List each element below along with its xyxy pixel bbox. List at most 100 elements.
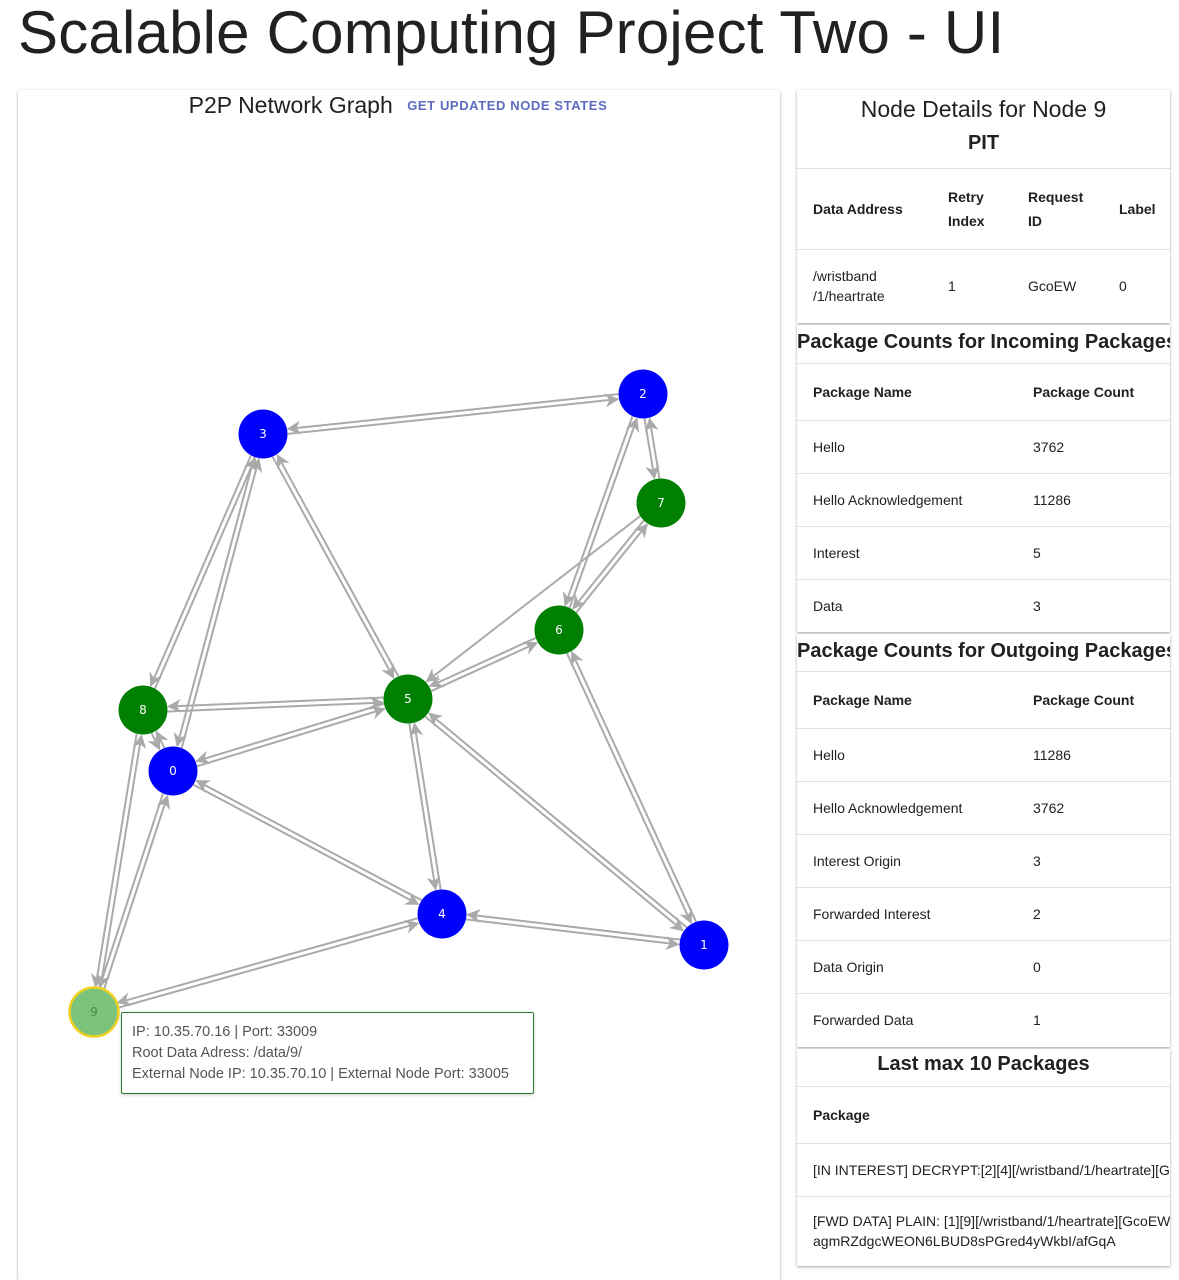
last-packages-title: Last max 10 Packages	[877, 1052, 1090, 1075]
outgoing-header-count: Package Count	[1017, 671, 1170, 729]
package-count-cell: 3	[1017, 578, 1170, 632]
edge-6-5	[428, 636, 537, 688]
package-count-cell: 0	[1017, 940, 1170, 994]
edge-3-5	[271, 456, 395, 680]
app-title: Scalable Computing Project Two - UI	[18, 0, 1005, 66]
node-label: 8	[139, 703, 147, 717]
pit-cell: /wristband /1/heartrate	[797, 249, 932, 323]
graph-node-9[interactable]: 9	[68, 986, 120, 1038]
tooltip-external-node: External Node IP: 10.35.70.10 | External…	[132, 1066, 509, 1082]
package-name-cell: Hello Acknowledgement	[797, 472, 1017, 526]
pit-cell: 1	[932, 249, 1012, 323]
edge-5-1	[424, 715, 684, 932]
edge-5-3	[276, 453, 400, 677]
edge-7-5	[425, 515, 641, 683]
edge-2-7	[643, 418, 660, 480]
table-row: Hello Acknowledgement 11286	[797, 472, 1170, 526]
edge-0-5	[196, 705, 386, 768]
edge-6-1	[566, 652, 693, 925]
graph-node-4[interactable]: 4	[417, 889, 467, 939]
graph-node-5[interactable]: 5	[383, 674, 433, 724]
table-row: Interest Origin 3	[797, 834, 1170, 888]
table-row: Hello 3762	[797, 419, 1170, 473]
table-row: Interest 5	[797, 525, 1170, 579]
table-row: Hello Acknowledgement 3762	[797, 781, 1170, 835]
incoming-header-count: Package Count	[1017, 362, 1170, 420]
package-count-cell: 11286	[1017, 728, 1170, 782]
outgoing-title: Package Counts for Outgoing Packages	[797, 640, 1170, 662]
edge-3-8	[149, 455, 252, 687]
package-count-cell: 3	[1017, 834, 1170, 888]
edge-5-4	[408, 723, 441, 891]
edge-5-8	[166, 696, 384, 713]
edge-2-3	[286, 393, 619, 435]
edge-8-9	[90, 733, 138, 988]
graph-node-7[interactable]: 7	[636, 478, 686, 528]
package-name-cell: Forwarded Data	[797, 993, 1017, 1047]
package-count-cell: 3762	[1017, 781, 1170, 835]
node-label: 9	[90, 1005, 98, 1019]
edge-9-4	[117, 919, 420, 1009]
edge-9-0	[103, 794, 171, 990]
pit-table: Data Address Retry Index Request ID Labe…	[797, 168, 1170, 323]
edge-8-5	[167, 696, 385, 713]
last-packages-card: Last max 10 Packages Package [IN INTERES…	[797, 1048, 1170, 1266]
edge-5-0	[195, 702, 385, 765]
node-label: 0	[169, 764, 177, 778]
edge-3-2	[287, 393, 620, 435]
edge-9-8	[99, 734, 147, 989]
graph-node-2[interactable]: 2	[618, 369, 668, 419]
incoming-header-name: Package Name	[797, 362, 1017, 420]
package-name-cell: Hello	[797, 419, 1017, 473]
node-label: 2	[639, 387, 647, 401]
table-row: Forwarded Interest 2	[797, 887, 1170, 941]
edge-5-6	[430, 641, 539, 693]
last-packages-table: Package [IN INTEREST] DECRYPT:[2][4][/wr…	[797, 1085, 1170, 1266]
package-name-cell: Interest Origin	[797, 834, 1017, 888]
node-label: 5	[404, 692, 412, 706]
pit-cell: GcoEW	[1012, 249, 1103, 323]
edge-1-6	[570, 650, 697, 923]
pit-title: PIT	[967, 132, 1000, 154]
table-row: [IN INTEREST] DECRYPT:[2][4][/wristband/…	[797, 1142, 1170, 1196]
package-cell: [FWD DATA] PLAIN: [1][9][/wristband/1/he…	[797, 1195, 1170, 1266]
pit-cell: 0	[1103, 249, 1170, 323]
network-graph[interactable]: 0 1 2 3 4 5 6 7 8 9	[18, 90, 780, 1280]
table-row: Hello 11286	[797, 728, 1170, 782]
get-updated-node-states-button[interactable]: GET UPDATED NODE STATES	[405, 94, 609, 117]
graph-title: P2P Network Graph	[188, 92, 393, 118]
package-cell: [IN INTEREST] DECRYPT:[2][4][/wristband/…	[797, 1142, 1170, 1196]
package-count-cell: 2	[1017, 887, 1170, 941]
package-name-cell: Data	[797, 578, 1017, 632]
table-row: /wristband /1/heartrate 1 GcoEW 0	[797, 249, 1170, 323]
incoming-title: Package Counts for Incoming Packages	[797, 330, 1170, 353]
table-row: Forwarded Data 1	[797, 993, 1170, 1047]
edge-4-5	[409, 722, 442, 890]
package-name-cell: Data Origin	[797, 940, 1017, 994]
graph-node-0[interactable]: 0	[148, 746, 198, 796]
graph-card: 0 1 2 3 4 5 6 7 8 9 P2P Network Graph GET UPDATED…	[18, 90, 780, 1280]
package-count-cell: 5	[1017, 525, 1170, 579]
incoming-table: Package Name Package Count Hello 3762 Hell…	[797, 362, 1170, 632]
graph-node-6[interactable]: 6	[534, 605, 584, 655]
package-count-cell: 1	[1017, 993, 1170, 1047]
graph-node-1[interactable]: 1	[679, 920, 729, 970]
node-label: 4	[438, 907, 446, 921]
pit-header-request-id: Request ID	[1012, 168, 1103, 250]
pit-card: Node Details for Node 9 PIT Data Address…	[797, 90, 1170, 323]
last-packages-header: Package	[797, 1085, 1170, 1143]
outgoing-card: Package Counts for Outgoing Packages Pac…	[797, 634, 1170, 1047]
edge-4-1	[465, 918, 680, 950]
node-tooltip: IP: 10.35.70.16 | Port: 33009 Root Data …	[121, 1012, 534, 1094]
graph-node-8[interactable]: 8	[118, 685, 168, 735]
edge-0-9	[96, 793, 164, 989]
graph-node-3[interactable]: 3	[238, 409, 288, 459]
package-name-cell: Forwarded Interest	[797, 887, 1017, 941]
package-count-cell: 11286	[1017, 472, 1170, 526]
edge-1-4	[466, 909, 681, 941]
pit-header-data-address: Data Address	[797, 168, 932, 250]
outgoing-header-name: Package Name	[797, 671, 1017, 729]
tooltip-ip-port: IP: 10.35.70.16 | Port: 33009	[132, 1024, 318, 1040]
node-label: 3	[259, 427, 267, 441]
edge-0-4	[192, 783, 420, 906]
